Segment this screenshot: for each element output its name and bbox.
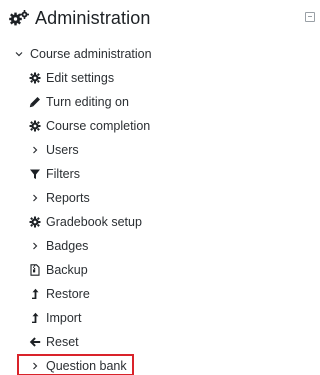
chevron-right-icon [29,192,41,204]
administration-block: Administration Course administration Edi… [0,0,315,375]
tree-item-backup[interactable]: Backup [0,258,315,282]
tree-item-reset[interactable]: Reset [0,330,315,354]
tree-item-label: Reports [46,191,90,205]
tree-item-edit-settings[interactable]: Edit settings [0,66,315,90]
level-up-icon [29,288,41,300]
tree-item-label: Restore [46,287,90,301]
arrow-left-icon [29,336,41,348]
tree-item-badges[interactable]: Badges [0,234,315,258]
tree-item-label: Filters [46,167,81,181]
chevron-down-icon [13,48,25,60]
tree-item-label: Turn editing on [46,95,129,109]
chevron-right-icon [29,360,41,372]
tree-item-label: Users [46,143,79,157]
tree-item-label: Edit settings [46,71,115,85]
tree-item-question-bank[interactable]: Question bank [0,354,315,375]
tree-item-course-completion[interactable]: Course completion [0,114,315,138]
admin-tree: Course administration Edit settings Turn… [0,42,315,375]
collapse-block-button[interactable] [305,12,315,22]
tree-item-reports[interactable]: Reports [0,186,315,210]
cog-icon [29,72,41,84]
tree-item-turn-editing-on[interactable]: Turn editing on [0,90,315,114]
tree-item-users[interactable]: Users [0,138,315,162]
level-up-icon [29,312,41,324]
tree-item-course-administration[interactable]: Course administration [0,42,315,66]
tree-item-import[interactable]: Import [0,306,315,330]
tree-item-label: Import [46,311,82,325]
tree-item-filters[interactable]: Filters [0,162,315,186]
block-title: Administration [35,7,151,28]
filter-icon [29,168,41,180]
tree-item-label: Course administration [30,47,152,61]
pencil-icon [29,96,41,108]
tree-item-label: Backup [46,263,88,277]
block-header: Administration [8,6,150,30]
tree-item-label: Question bank [46,359,127,373]
chevron-right-icon [29,240,41,252]
tree-item-label: Badges [46,239,89,253]
file-archive-icon [29,264,41,276]
cog-icon [29,216,41,228]
tree-item-gradebook-setup[interactable]: Gradebook setup [0,210,315,234]
tree-item-label: Course completion [46,119,151,133]
chevron-right-icon [29,144,41,156]
cog-icon [29,120,41,132]
tree-item-label: Reset [46,335,79,349]
tree-item-label: Gradebook setup [46,215,142,229]
cogs-icon [8,9,30,27]
tree-item-restore[interactable]: Restore [0,282,315,306]
